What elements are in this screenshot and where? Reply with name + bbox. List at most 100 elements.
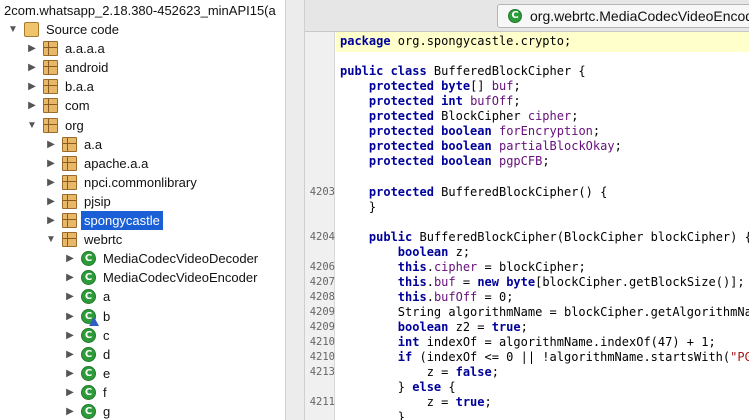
line-number: 4208: [309, 290, 335, 303]
tree-item[interactable]: ▶ Cb: [0, 307, 285, 326]
package-icon: [62, 155, 77, 171]
code-token: buf: [433, 274, 456, 289]
tree-item[interactable]: ▶ Cc: [0, 326, 285, 345]
code-token: String algorithmName = blockCipher.getAl…: [340, 304, 749, 319]
tree-item-label: npci.commonlibrary: [84, 174, 197, 190]
code-token: int: [397, 335, 420, 349]
tree-item-label: c: [103, 327, 110, 343]
code-line: if (indexOf <= 0 || !algorithmName.start…: [340, 350, 749, 365]
code-line: this.buf = new byte[blockCipher.getBlock…: [340, 275, 745, 290]
tree-item-label: d: [103, 346, 111, 362]
collapsed-arrow-icon[interactable]: ▶: [65, 287, 75, 306]
code-line: package org.spongycastle.crypto;: [340, 34, 571, 49]
code-token: protected byte: [368, 79, 471, 94]
tree-item[interactable]: ▼ webrtc: [0, 230, 285, 249]
class-icon: C: [81, 251, 96, 267]
panel-divider[interactable]: [285, 0, 305, 420]
collapsed-arrow-icon[interactable]: ▶: [27, 58, 37, 77]
tree-item[interactable]: ▶ android: [0, 58, 285, 77]
code-line: int indexOf = algorithmName.indexOf(47) …: [340, 335, 716, 350]
collapsed-arrow-icon[interactable]: ▶: [46, 192, 56, 211]
collapsed-arrow-icon[interactable]: ▶: [46, 211, 56, 230]
tree-item-label: pjsip: [84, 193, 111, 209]
collapsed-arrow-icon[interactable]: ▶: [65, 268, 75, 287]
code-line: protected boolean forEncryption;: [340, 124, 600, 139]
tree-item[interactable]: ▶ spongycastle: [0, 211, 285, 230]
tree-item[interactable]: ▶ Cg: [0, 402, 285, 420]
collapsed-arrow-icon[interactable]: ▶: [65, 326, 75, 345]
expanded-arrow-icon[interactable]: ▼: [8, 20, 18, 39]
tree-item-label: a.a: [84, 136, 103, 152]
collapsed-arrow-icon[interactable]: ▶: [65, 345, 75, 364]
class-icon: C: [81, 289, 96, 305]
code-token: ;: [542, 154, 550, 169]
code-token: public: [368, 229, 413, 244]
class-icon: C: [81, 346, 96, 362]
code-token: protected: [368, 184, 434, 199]
code-token: ;: [520, 319, 528, 334]
code-token: z =: [340, 395, 456, 410]
editor-tab[interactable]: C org.webrtc.MediaCodecVideoEncod: [497, 4, 749, 28]
collapsed-arrow-icon[interactable]: ▶: [46, 154, 56, 173]
class-icon: C: [81, 384, 96, 400]
tree-item[interactable]: ▶ apache.a.a: [0, 154, 285, 173]
tree-item[interactable]: ▶ com: [0, 96, 285, 115]
tree-item-label: webrtc: [84, 232, 123, 248]
code-token: .: [426, 289, 434, 304]
tree-item[interactable]: ▶ a.a.a.a: [0, 39, 285, 58]
line-number: 4209: [309, 320, 335, 333]
collapsed-arrow-icon[interactable]: ▶: [65, 402, 75, 420]
tree-item[interactable]: ▶ a.a: [0, 135, 285, 154]
code-line: protected BlockCipher cipher;: [340, 109, 579, 124]
code-token: this: [397, 289, 427, 304]
expanded-arrow-icon[interactable]: ▼: [46, 230, 56, 249]
line-number: 4213: [309, 366, 335, 379]
tree-item[interactable]: ▶ Cf: [0, 383, 285, 402]
tree-item[interactable]: ▶ C MediaCodecVideoEncoder: [0, 268, 285, 287]
package-icon: [43, 79, 58, 95]
collapsed-arrow-icon[interactable]: ▶: [65, 383, 75, 402]
code-line: z = true;: [340, 395, 492, 410]
code-line: this.bufOff = 0;: [340, 289, 514, 305]
collapsed-arrow-icon[interactable]: ▶: [46, 173, 56, 192]
tree-item[interactable]: ▶ Ca: [0, 287, 285, 306]
code-token: [blockCipher.getBlockSize()];: [535, 274, 745, 289]
code-token: ;: [592, 124, 601, 139]
tree-item[interactable]: ▶ Cd: [0, 345, 285, 364]
tree-item[interactable]: ▶ Ce: [0, 364, 285, 383]
code-token: }: [340, 380, 413, 395]
tree-item[interactable]: ▶ b.a.a: [0, 77, 285, 96]
collapsed-arrow-icon[interactable]: ▶: [27, 39, 37, 58]
tree-item[interactable]: ▶ npci.commonlibrary: [0, 173, 285, 192]
tree-item-label: spongycastle: [81, 211, 163, 230]
editor-tab-label: org.webrtc.MediaCodecVideoEncod: [530, 8, 749, 24]
tree-item-label: b.a.a: [65, 79, 94, 95]
code-token: boolean: [397, 244, 449, 259]
collapsed-arrow-icon[interactable]: ▶: [65, 249, 75, 268]
collapsed-arrow-icon[interactable]: ▶: [46, 135, 56, 154]
code-token: public class: [340, 64, 427, 79]
class-icon: C: [508, 9, 522, 23]
collapsed-arrow-icon[interactable]: ▶: [65, 364, 75, 383]
code-line: }: [340, 410, 405, 420]
tree-item[interactable]: ▶ pjsip: [0, 192, 285, 211]
class-icon: C: [81, 404, 96, 419]
tree-item-label: apache.a.a: [84, 155, 149, 171]
collapsed-arrow-icon[interactable]: ▶: [27, 77, 37, 96]
expanded-arrow-icon[interactable]: ▼: [27, 116, 37, 135]
collapsed-arrow-icon[interactable]: ▶: [65, 307, 75, 326]
code-token: }: [340, 410, 406, 420]
tree-item[interactable]: ▼ org: [0, 116, 285, 135]
collapsed-arrow-icon[interactable]: ▶: [27, 96, 37, 115]
tree-item[interactable]: ▶ C MediaCodecVideoDecoder: [0, 249, 285, 268]
tree-item-label: MediaCodecVideoEncoder: [103, 270, 258, 286]
code-token: indexOf = algorithmName.indexOf(47) + 1;: [419, 335, 716, 349]
package-icon: [62, 193, 77, 209]
tree-item[interactable]: ▼ Source code: [0, 20, 285, 39]
